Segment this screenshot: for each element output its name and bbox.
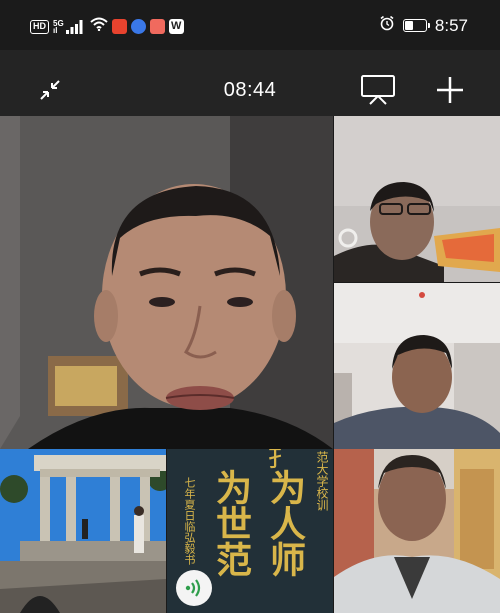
hd-icon: HD [30, 19, 49, 34]
audio-wave-icon [185, 579, 201, 597]
main-speaker-video[interactable] [0, 116, 333, 449]
status-bar: HD 5G ıl W 8:57 [0, 0, 500, 50]
shield-app-icon [130, 19, 146, 34]
calligraphy-side-text: 范大学校训 [315, 451, 329, 511]
notification-app-icon [111, 19, 127, 34]
participant-6-video[interactable] [334, 449, 500, 613]
wifi-icon [90, 17, 108, 36]
meeting-timer: 08:44 [223, 79, 277, 101]
alarm-icon [379, 15, 395, 36]
screen-share-icon [361, 75, 395, 105]
status-icons-left: HD 5G ıl W [30, 17, 184, 36]
w-app-icon: W [168, 19, 184, 34]
add-icon [437, 77, 463, 103]
status-time: 8:57 [434, 15, 468, 35]
battery-icon [402, 19, 430, 32]
add-button[interactable] [430, 72, 470, 108]
participant-3-video[interactable] [334, 283, 500, 449]
participant-4-video[interactable] [0, 449, 166, 613]
calligraphy-left-column: 七年夏日临弘毅书 [183, 477, 196, 565]
screen-share-button[interactable] [358, 72, 398, 108]
mail-app-icon [149, 19, 165, 34]
status-icons-right: 8:57 [379, 15, 468, 36]
calligraphy-column-b: 为人师 [264, 469, 306, 577]
calligraphy-top-partial: 扌 [267, 449, 296, 473]
cellular-signal-icon: 5G ıl [53, 19, 86, 34]
meeting-toolbar: 08:44 [0, 50, 500, 116]
audio-speaking-indicator [176, 570, 212, 606]
calligraphy-column-a: 为世范 [210, 469, 252, 577]
participant-2-video[interactable] [334, 116, 500, 282]
